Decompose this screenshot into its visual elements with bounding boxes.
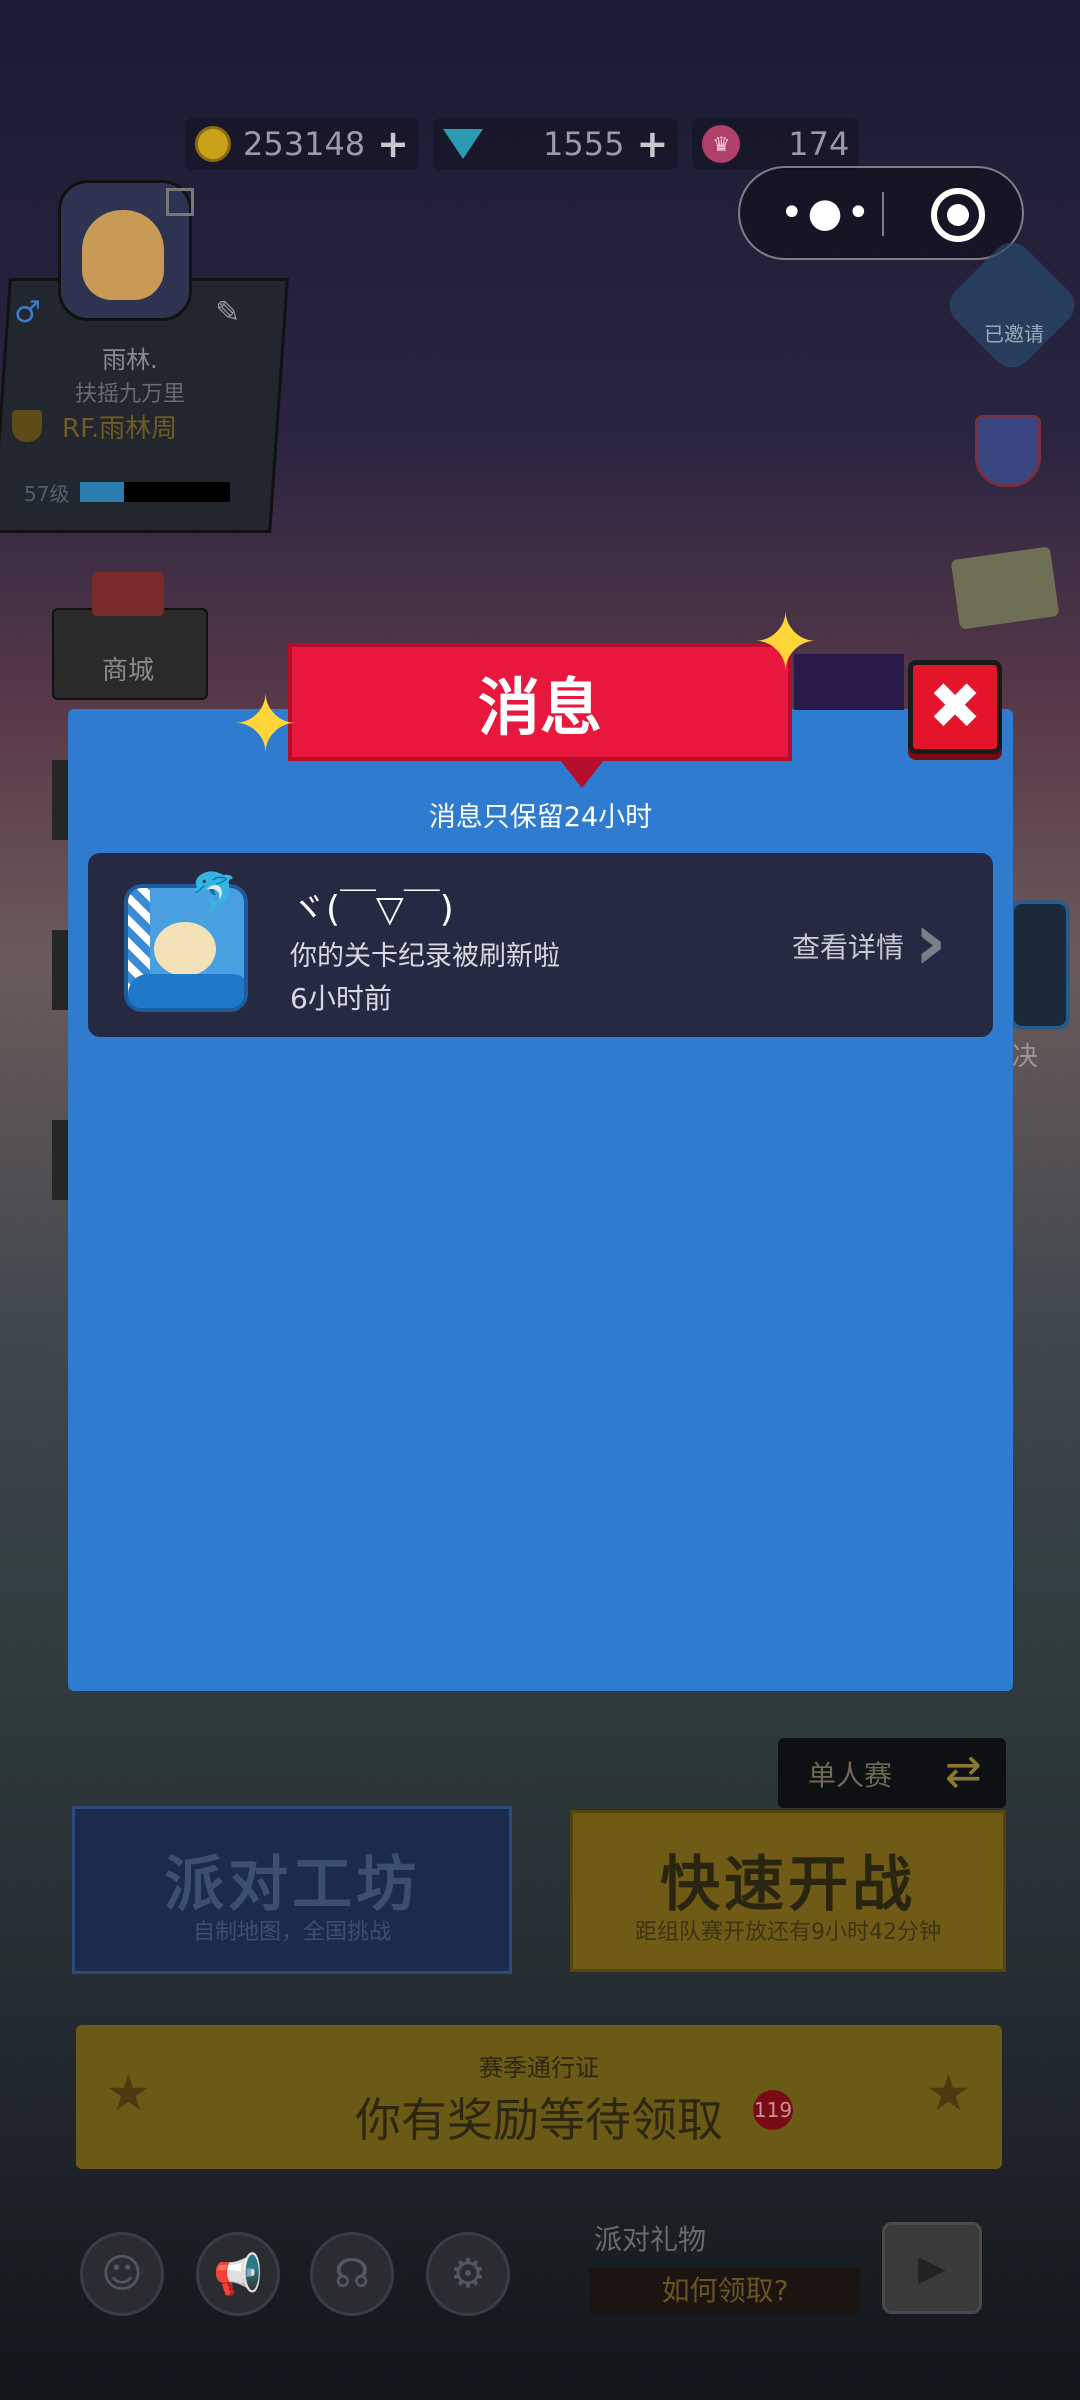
quick-battle-title: 快速开战 [660, 1850, 916, 1920]
right-side-label: 决 [1012, 1042, 1039, 1072]
level-progress-fill [80, 482, 124, 502]
party-workshop-title: 派对工坊 [164, 1850, 420, 1920]
doge-avatar-face [82, 210, 164, 300]
edit-pencil-icon[interactable]: ✎ [215, 295, 240, 330]
coins-value: 253148 [243, 125, 366, 163]
diamond-icon [443, 129, 483, 159]
ticket-icon: ♛ [702, 125, 741, 163]
dialog-title: 消息 [288, 643, 792, 761]
how-to-claim-link[interactable]: 如何领取? [590, 2268, 860, 2314]
season-pass-title: 赛季通行证 [479, 2054, 599, 2082]
rank-shield-icon[interactable] [975, 415, 1041, 487]
message-text: 你的关卡纪录被刷新啦 [290, 941, 560, 972]
ribbon-tail [560, 760, 604, 788]
gold-coin-icon [195, 126, 231, 162]
reward-count-badge: 119 [753, 2090, 793, 2130]
chevron-right-icon[interactable]: › [914, 902, 947, 982]
add-gems-icon[interactable]: + [636, 122, 668, 166]
right-side-button[interactable] [1010, 900, 1070, 1030]
wave-icon [128, 974, 244, 1008]
shop-stall-icon [92, 572, 164, 616]
club-shield-icon [12, 410, 42, 442]
mode-label: 单人赛 [808, 1759, 893, 1792]
shop-label: 商城 [101, 656, 154, 686]
gems-value: 1555 [543, 125, 625, 163]
retention-note: 消息只保留24小时 [428, 802, 653, 833]
add-coins-icon[interactable]: + [377, 122, 409, 166]
more-options-icon[interactable]: •●• [780, 193, 874, 233]
exit-miniprogram-icon[interactable] [931, 188, 985, 242]
tickets-counter: ♛ 174 [692, 118, 860, 170]
season-pass-message: 你有奖励等待领取 [355, 2093, 723, 2147]
profile-level: 57级 [24, 482, 70, 506]
miniprogram-capsule: •●• [738, 166, 1024, 260]
tickets-value: 174 [788, 125, 850, 163]
qr-code-icon[interactable] [166, 188, 194, 216]
capsule-divider [882, 192, 884, 236]
profile-club: RF.雨林周 [62, 414, 178, 444]
cards-icon[interactable] [950, 546, 1060, 630]
quick-battle-subtitle: 距组队赛开放还有9小时42分钟 [635, 1920, 941, 1945]
dolphin-icon: 🐬 [190, 870, 238, 914]
sparkle-star-icon: ✦ [752, 596, 820, 689]
chat-icon[interactable]: ☺ [80, 2232, 164, 2316]
currency-bar: 253148 + 1555 + ♛ 174 [185, 118, 860, 170]
headset-icon[interactable]: ☊ [310, 2232, 394, 2316]
profile-subtitle: 扶摇九万里 [74, 382, 185, 407]
sheep-icon [154, 922, 216, 976]
sparkle-star-icon: ✦ [232, 678, 300, 771]
megaphone-icon[interactable]: 📢 [196, 2232, 280, 2316]
profile-name: 雨林. [102, 346, 158, 374]
party-workshop-subtitle: 自制地图，全国挑战 [192, 1920, 391, 1945]
invite-badge-label: 已邀请 [984, 322, 1044, 346]
message-time: 6小时前 [290, 982, 392, 1015]
party-gift-label: 派对礼物 [594, 2223, 707, 2256]
swap-arrows-icon[interactable]: ⇄ [945, 1746, 982, 1797]
gift-chest-icon[interactable]: ▶ [882, 2222, 982, 2314]
male-gender-icon: ♂ [14, 295, 41, 330]
gems-counter: 1555 + [433, 118, 679, 170]
settings-gear-icon[interactable]: ⚙ [426, 2232, 510, 2316]
view-details-link[interactable]: 查看详情 [792, 926, 904, 966]
message-sender: ヾ(￣▽￣) [290, 889, 454, 930]
coins-counter: 253148 + [185, 118, 419, 170]
close-button[interactable]: ✖ [908, 660, 1002, 754]
